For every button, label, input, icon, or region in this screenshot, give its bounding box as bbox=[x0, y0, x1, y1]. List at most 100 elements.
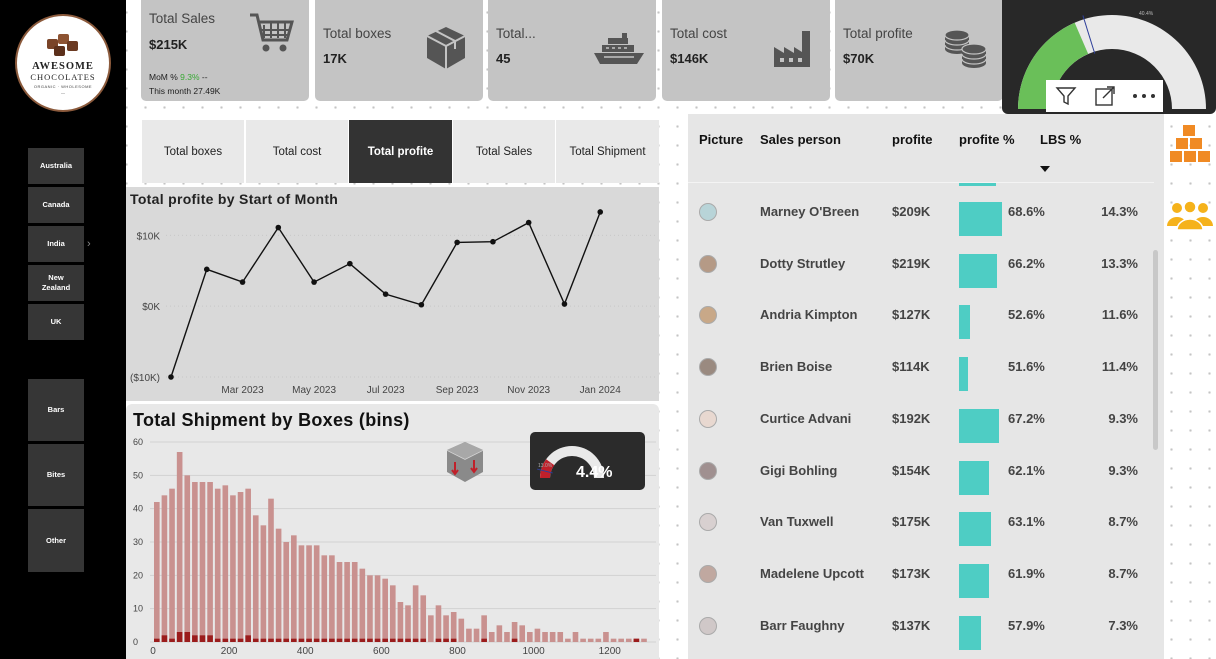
slicer-bars[interactable]: Bars bbox=[28, 379, 84, 441]
hist-bar-highlight[interactable] bbox=[367, 638, 373, 642]
hist-bar[interactable] bbox=[283, 542, 290, 642]
table-row[interactable]: Curtice Advani $192K 67.2% 9.3% bbox=[688, 395, 1154, 447]
hist-bar[interactable] bbox=[488, 632, 495, 642]
hist-bar[interactable] bbox=[496, 625, 503, 642]
hist-bar-highlight[interactable] bbox=[435, 638, 442, 642]
hist-bar-highlight[interactable] bbox=[230, 638, 236, 642]
hist-bar[interactable] bbox=[405, 605, 411, 642]
hist-bar[interactable] bbox=[572, 632, 579, 642]
hist-bar[interactable] bbox=[542, 632, 548, 642]
hist-bar[interactable] bbox=[169, 488, 175, 642]
hist-bar-highlight[interactable] bbox=[260, 638, 267, 642]
hist-bar[interactable] bbox=[580, 638, 586, 642]
slicer-uk[interactable]: UK bbox=[28, 304, 84, 340]
hist-bar[interactable] bbox=[245, 488, 251, 642]
header-lbs-pct[interactable]: LBS % bbox=[1040, 132, 1081, 147]
hist-bar[interactable] bbox=[428, 615, 434, 642]
stacked-boxes-icon[interactable] bbox=[1170, 124, 1212, 166]
hist-bar-highlight[interactable] bbox=[245, 635, 251, 642]
hist-bar[interactable] bbox=[382, 578, 388, 642]
hist-bar[interactable] bbox=[329, 555, 335, 642]
hist-bar[interactable] bbox=[595, 638, 602, 642]
tab-total-boxes[interactable]: Total boxes bbox=[142, 120, 244, 183]
line-point[interactable] bbox=[239, 279, 246, 285]
hist-bar[interactable] bbox=[359, 568, 366, 642]
hist-bar-highlight[interactable] bbox=[481, 638, 487, 642]
table-row[interactable]: Brien Boise $114K 51.6% 11.4% bbox=[688, 343, 1154, 395]
hist-bar[interactable] bbox=[154, 502, 160, 642]
table-row[interactable]: Madelene Upcott $173K 61.9% 8.7% bbox=[688, 550, 1154, 602]
hist-bar-highlight[interactable] bbox=[382, 638, 388, 642]
tab-total-profit[interactable]: Total profite bbox=[349, 120, 452, 183]
slicer-australia[interactable]: Australia bbox=[28, 148, 84, 184]
line-point[interactable] bbox=[418, 301, 425, 308]
table-row[interactable]: Dotty Strutley $219K 66.2% 13.3% bbox=[688, 240, 1154, 292]
table-row[interactable]: Van Tuxwell $175K 63.1% 8.7% bbox=[688, 498, 1154, 550]
hist-bar-highlight[interactable] bbox=[275, 638, 282, 642]
slicer-india[interactable]: India bbox=[28, 226, 84, 262]
tab-total-shipment[interactable]: Total Shipment bbox=[556, 120, 659, 183]
hist-bar-highlight[interactable] bbox=[359, 638, 366, 642]
hist-bar-highlight[interactable] bbox=[412, 638, 419, 642]
hist-bar[interactable] bbox=[298, 545, 305, 642]
hist-bar-highlight[interactable] bbox=[321, 638, 328, 642]
line-point[interactable] bbox=[525, 219, 532, 226]
table-scrollbar[interactable] bbox=[1153, 250, 1158, 450]
hist-bar[interactable] bbox=[435, 605, 442, 642]
hist-bar[interactable] bbox=[192, 482, 198, 642]
hist-bar[interactable] bbox=[268, 498, 274, 642]
hist-bar[interactable] bbox=[397, 602, 404, 642]
hist-bar[interactable] bbox=[321, 555, 328, 642]
hist-bar[interactable] bbox=[412, 585, 419, 642]
hist-bar-highlight[interactable] bbox=[291, 638, 297, 642]
hist-bar[interactable] bbox=[527, 632, 533, 642]
hist-bar[interactable] bbox=[222, 485, 229, 642]
hist-bar[interactable] bbox=[587, 638, 594, 642]
hist-bar-highlight[interactable] bbox=[389, 638, 396, 642]
hist-bar[interactable] bbox=[367, 575, 373, 642]
hist-bar-highlight[interactable] bbox=[199, 635, 206, 642]
hist-bar[interactable] bbox=[610, 638, 617, 642]
hist-bar[interactable] bbox=[443, 615, 449, 642]
line-point[interactable] bbox=[382, 291, 389, 297]
hist-bar[interactable] bbox=[618, 638, 624, 642]
hist-bar[interactable] bbox=[260, 525, 267, 642]
hist-bar-highlight[interactable] bbox=[397, 638, 404, 642]
chevron-right-icon[interactable]: › bbox=[87, 238, 91, 250]
tab-total-cost[interactable]: Total cost bbox=[246, 120, 348, 183]
hist-bar-highlight[interactable] bbox=[283, 638, 290, 642]
header-picture[interactable]: Picture bbox=[699, 132, 743, 147]
slicer-new-zealand[interactable]: New Zealand bbox=[28, 265, 84, 301]
slicer-other[interactable]: Other bbox=[28, 509, 84, 572]
hist-bar[interactable] bbox=[336, 562, 343, 642]
hist-bar[interactable] bbox=[252, 515, 259, 642]
hist-bar[interactable] bbox=[275, 528, 282, 642]
table-row[interactable]: Andria Kimpton $127K 52.6% 11.6% bbox=[688, 291, 1154, 343]
hist-bar-highlight[interactable] bbox=[214, 638, 221, 642]
line-point[interactable] bbox=[203, 266, 210, 273]
hist-bar[interactable] bbox=[458, 618, 465, 642]
hist-bar[interactable] bbox=[504, 632, 510, 642]
hist-bar-highlight[interactable] bbox=[450, 638, 457, 642]
hist-bar-highlight[interactable] bbox=[313, 638, 320, 642]
header-sales-person[interactable]: Sales person bbox=[760, 132, 841, 147]
hist-bar-highlight[interactable] bbox=[222, 638, 229, 642]
hist-bar-highlight[interactable] bbox=[192, 635, 198, 642]
hist-bar-highlight[interactable] bbox=[207, 635, 213, 642]
hist-bar-highlight[interactable] bbox=[298, 638, 305, 642]
hist-bar-highlight[interactable] bbox=[351, 638, 358, 642]
slicer-bites[interactable]: Bites bbox=[28, 444, 84, 506]
hist-bar[interactable] bbox=[199, 482, 206, 642]
hist-bar-highlight[interactable] bbox=[306, 638, 312, 642]
hist-bar-highlight[interactable] bbox=[344, 638, 350, 642]
table-row[interactable]: Marney O'Breen $209K 68.6% 14.3% bbox=[688, 188, 1154, 240]
hist-bar-highlight[interactable] bbox=[443, 638, 449, 642]
tab-total-sales[interactable]: Total Sales bbox=[453, 120, 555, 183]
hist-bar[interactable] bbox=[291, 535, 297, 642]
hist-bar-highlight[interactable] bbox=[169, 638, 175, 642]
hist-bar[interactable] bbox=[214, 488, 221, 642]
hist-bar-highlight[interactable] bbox=[329, 638, 335, 642]
hist-bar[interactable] bbox=[641, 638, 647, 642]
hist-bar-highlight[interactable] bbox=[374, 638, 381, 642]
profit-line-chart[interactable]: $10K $0K ($10K) Mar 2023 May 2023 Jul 2023 Sep… bbox=[126, 187, 659, 401]
